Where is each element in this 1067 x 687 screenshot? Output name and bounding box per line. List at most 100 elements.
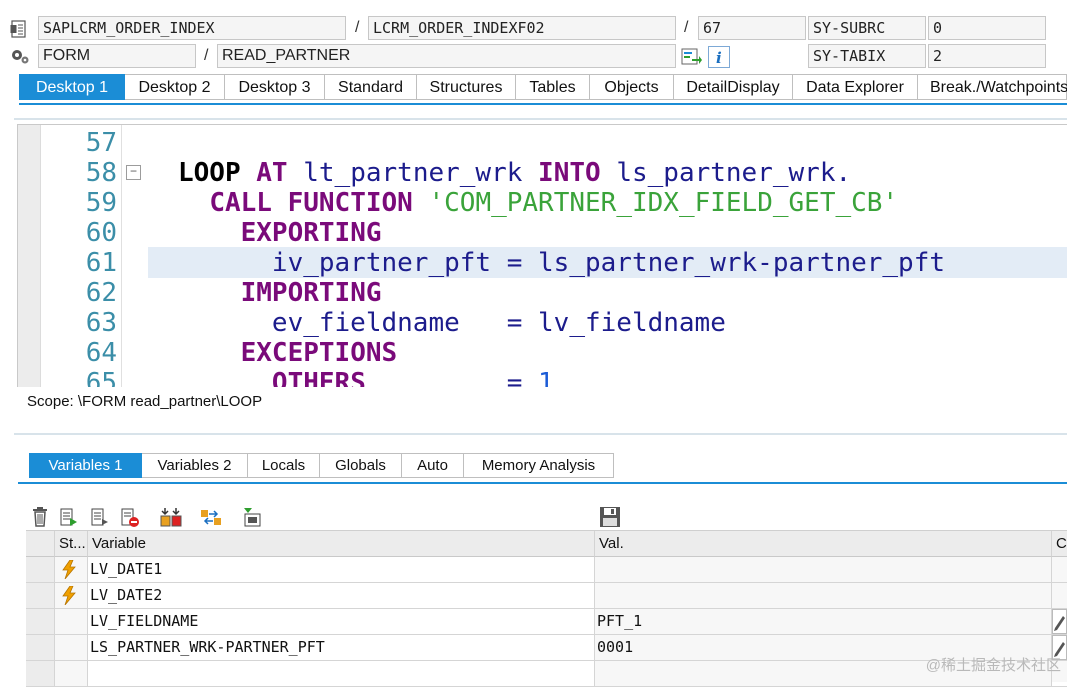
swap-icon[interactable] [199,506,225,528]
code-token: ev_fieldname = lv_fieldname [178,308,726,338]
svg-text:i: i [716,49,722,67]
save-icon[interactable] [599,506,620,528]
table-row[interactable]: LV_DATE1 [26,557,1067,583]
navigate-icon[interactable] [680,47,702,67]
import-icon[interactable] [240,506,264,528]
edit-pencil-icon[interactable] [1052,609,1067,634]
line-number: 59 [85,188,117,218]
column-header-extra[interactable]: C. [1052,531,1067,557]
line-field[interactable]: 67 [698,16,806,40]
new-row-icon[interactable] [59,506,79,528]
code-token: = [365,368,539,387]
row-selector[interactable] [26,661,55,686]
tab-auto[interactable]: Auto [402,453,464,478]
tab-standard[interactable]: Standard [325,74,417,100]
sy-tabix-value[interactable]: 2 [928,44,1046,68]
separator: / [684,19,689,36]
code-token-kw: INTO [538,158,601,188]
variable-cell[interactable]: LS_PARTNER_WRK-PARTNER_PFT [88,635,595,660]
sy-subrc-label: SY-SUBRC [808,16,926,40]
value-cell[interactable] [595,583,1052,608]
tab-desktop-3[interactable]: Desktop 3 [225,74,325,100]
delete-icon[interactable] [30,506,50,528]
editor-gutter [18,125,41,387]
tab-structures[interactable]: Structures [417,74,516,100]
code-line: ev_fieldname = lv_fieldname [178,308,726,338]
include-field[interactable]: LCRM_ORDER_INDEXF02 [368,16,676,40]
tab-locals[interactable]: Locals [248,453,320,478]
line-number: 63 [85,308,117,338]
table-row[interactable] [26,661,1067,687]
tab-tables[interactable]: Tables [516,74,590,100]
code-token-kw: IMPORTING [240,278,382,308]
variable-cell[interactable] [88,661,595,686]
tab-objects[interactable]: Objects [590,74,674,100]
watermark: @稀土掘金技术社区 [925,657,1061,674]
event-type-field[interactable]: FORM [38,44,196,68]
line-number: 64 [85,338,117,368]
column-header-value[interactable]: Val. [595,531,1052,557]
tab-data-explorer[interactable]: Data Explorer [793,74,918,100]
column-header-status[interactable]: St... [55,531,88,557]
gear-icon [10,47,30,65]
tab-breakpoints[interactable]: Break./Watchpoints [918,74,1067,100]
tab-detaildisplay[interactable]: DetailDisplay [674,74,793,100]
tab-variables-2[interactable]: Variables 2 [142,453,248,478]
program-field[interactable]: SAPLCRM_ORDER_INDEX [38,16,346,40]
code-line: EXCEPTIONS [178,338,398,368]
tab-desktop-1[interactable]: Desktop 1 [19,74,125,100]
code-token-kw: CALL [209,188,272,218]
value-cell[interactable] [595,557,1052,582]
line-number: 57 [85,128,117,158]
row-selector-header[interactable] [26,531,55,557]
code-token-num: 1 [538,368,554,387]
event-name-field[interactable]: READ_PARTNER [217,44,676,68]
variables-tabs: Variables 1 Variables 2 Locals Globals A… [29,453,614,478]
row-selector[interactable] [26,583,55,608]
change-icon[interactable] [159,506,185,528]
code-token: iv_partner_pft = ls_partner_wrk-partner_… [178,248,946,278]
tab-variables-1[interactable]: Variables 1 [29,453,142,478]
table-row[interactable]: LV_FIELDNAME PFT_1 [26,609,1067,635]
variable-cell[interactable]: LV_FIELDNAME [88,609,595,634]
tab-globals[interactable]: Globals [320,453,402,478]
sy-subrc-value[interactable]: 0 [928,16,1046,40]
program-icon [10,19,28,39]
code-token-kw: OTHERS [271,368,366,387]
code-token-str: 'COM_PARTNER_IDX_FIELD_GET_CB' [428,188,899,218]
lightning-icon [61,559,77,582]
row-selector[interactable] [26,635,55,660]
line-number: 60 [85,218,117,248]
variable-cell[interactable]: LV_DATE1 [88,557,595,582]
code-line: LOOP AT lt_partner_wrk INTO ls_partner_w… [178,158,851,188]
row-selector[interactable] [26,609,55,634]
status-cell [55,635,88,660]
column-header-variable[interactable]: Variable [88,531,595,557]
tab-desktop-2[interactable]: Desktop 2 [125,74,225,100]
info-icon[interactable]: i [708,46,730,68]
code-token-kw: FUNCTION [287,188,413,218]
tab-underline [18,482,1067,484]
line-number: 62 [85,278,117,308]
insert-row-icon[interactable] [90,506,110,528]
tab-memory-analysis[interactable]: Memory Analysis [464,453,614,478]
line-number: 65 [85,368,117,387]
line-number: 61 [85,248,117,278]
fold-collapse-icon[interactable]: − [126,165,141,180]
code-editor[interactable]: 57 58 59 60 61 62 63 64 65 − LOOP AT lt_… [17,124,1067,387]
variables-table[interactable]: St... Variable Val. C. LV_DATE1LV_DATE2L… [26,530,1067,687]
value-cell[interactable]: PFT_1 [595,609,1052,634]
line-number: 58 [85,158,117,188]
table-row[interactable]: LV_DATE2 [26,583,1067,609]
table-row[interactable]: LS_PARTNER_WRK-PARTNER_PFT 0001 [26,635,1067,661]
remove-row-icon[interactable] [120,506,140,528]
status-cell [55,583,88,608]
separator: / [204,47,209,64]
variable-cell[interactable]: LV_DATE2 [88,583,595,608]
lightning-icon [61,585,77,608]
row-selector[interactable] [26,557,55,582]
